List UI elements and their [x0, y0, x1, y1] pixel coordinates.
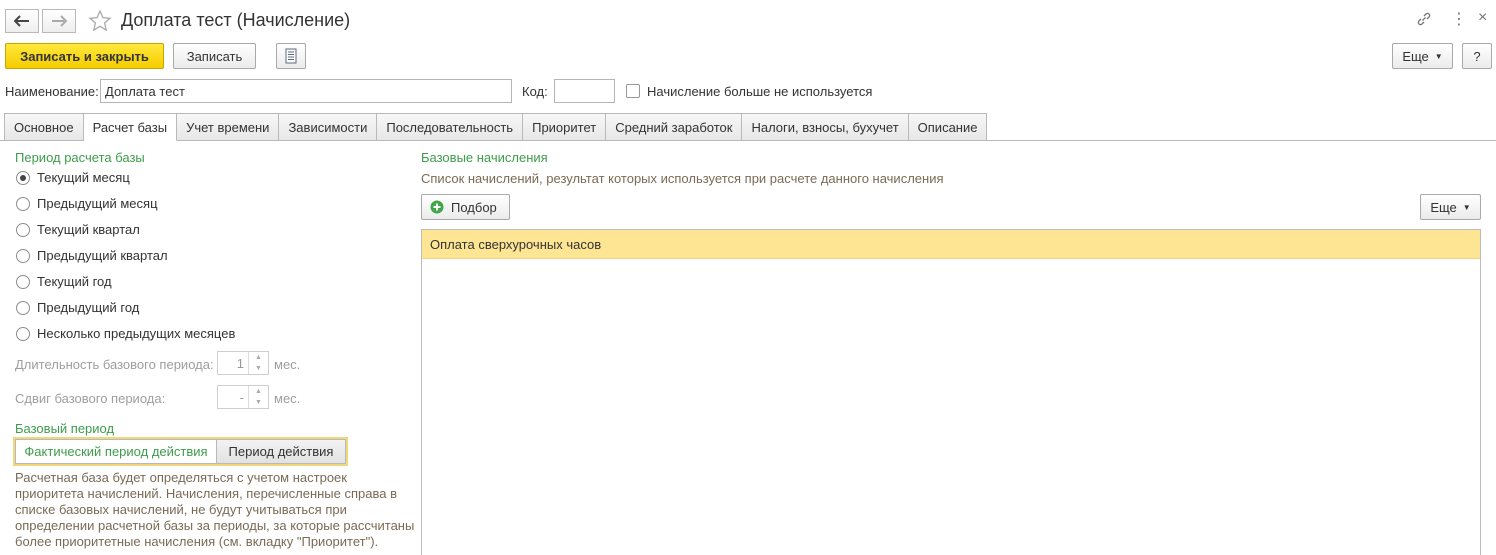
radio-previous-quarter[interactable] [16, 249, 30, 263]
document-list-icon [285, 48, 297, 64]
save-button[interactable]: Записать [173, 43, 256, 69]
option-actual-period[interactable]: Фактический период действия [15, 439, 217, 464]
not-used-label: Начисление больше не используется [647, 84, 873, 99]
shift-label: Сдвиг базового периода: [15, 391, 166, 406]
radio-current-quarter[interactable] [16, 223, 30, 237]
base-period-type-title: Базовый период [15, 421, 115, 436]
name-input[interactable]: Доплата тест [100, 79, 512, 103]
shift-value: - [239, 390, 244, 405]
not-used-checkbox[interactable] [626, 84, 640, 98]
radio-label-previous-quarter: Предыдущий квартал [37, 248, 168, 263]
radio-label-previous-month: Предыдущий месяц [37, 196, 158, 211]
duration-label: Длительность базового периода: [15, 357, 214, 372]
close-icon[interactable]: × [1478, 9, 1487, 27]
help-button[interactable]: ? [1462, 43, 1492, 69]
more-options-icon[interactable]: ⋮ [1451, 9, 1467, 29]
base-period-hint: Расчетная база будет определяться с учет… [15, 470, 415, 549]
pick-button-label: Подбор [451, 199, 497, 215]
report-button[interactable] [276, 43, 306, 69]
tab-time-accounting[interactable]: Учет времени [177, 113, 280, 141]
radio-current-month[interactable] [16, 171, 30, 185]
chevron-down-icon: ▼ [1434, 51, 1443, 61]
stepper-arrows-icon[interactable]: ▲ ▼ [248, 352, 268, 374]
name-label: Наименование: [5, 84, 99, 99]
chevron-down-icon: ▼ [1462, 202, 1471, 212]
more-button-label: Еще [1402, 48, 1429, 64]
table-cell-name: Оплата сверхурочных часов [430, 236, 602, 252]
arrow-right-icon [52, 15, 67, 27]
more-button[interactable]: Еще ▼ [1392, 43, 1453, 69]
base-accruals-table: Оплата сверхурочных часов [421, 229, 1481, 555]
option-period[interactable]: Период действия [217, 439, 346, 464]
duration-stepper[interactable]: 1 ▲ ▼ [217, 351, 269, 375]
code-label: Код: [522, 84, 548, 99]
pick-button[interactable]: Подбор [421, 194, 510, 220]
tab-taxes[interactable]: Налоги, взносы, бухучет [742, 113, 909, 141]
window-title: Доплата тест (Начисление) [121, 10, 351, 30]
tab-strip: Основное Расчет базы Учет времени Зависи… [4, 113, 988, 141]
forward-button[interactable] [42, 9, 76, 33]
base-period-switch: Фактический период действия Период дейст… [13, 437, 348, 466]
back-button[interactable] [5, 9, 39, 33]
radio-label-current-quarter: Текущий квартал [37, 222, 140, 237]
plus-circle-icon [430, 200, 444, 214]
link-icon[interactable] [1416, 11, 1432, 30]
table-row[interactable]: Оплата сверхурочных часов [422, 230, 1480, 259]
duration-unit: мес. [274, 357, 301, 372]
tab-sequence[interactable]: Последовательность [377, 113, 524, 141]
base-period-title: Период расчета базы [15, 150, 145, 165]
tab-base-calculation[interactable]: Расчет базы [83, 113, 178, 141]
arrow-left-icon [14, 15, 29, 27]
radio-several-months[interactable] [16, 327, 30, 341]
base-accruals-title: Базовые начисления [421, 150, 548, 165]
tab-dependencies[interactable]: Зависимости [279, 113, 378, 141]
radio-previous-month[interactable] [16, 197, 30, 211]
base-accruals-description: Список начислений, результат которых исп… [421, 171, 944, 186]
code-input[interactable] [554, 79, 615, 103]
shift-stepper[interactable]: - ▲ ▼ [217, 385, 269, 409]
stepper-arrows-icon[interactable]: ▲ ▼ [248, 386, 268, 408]
radio-current-year[interactable] [16, 275, 30, 289]
duration-value: 1 [236, 356, 244, 371]
tab-priority[interactable]: Приоритет [523, 113, 607, 141]
tab-description[interactable]: Описание [908, 113, 988, 141]
save-and-close-button[interactable]: Записать и закрыть [5, 43, 164, 69]
radio-label-current-month: Текущий месяц [37, 170, 130, 185]
radio-label-current-year: Текущий год [37, 274, 112, 289]
radio-label-several-months: Несколько предыдущих месяцев [37, 326, 236, 341]
accruals-more-button[interactable]: Еще ▼ [1420, 194, 1481, 220]
favorite-star-icon[interactable] [88, 9, 112, 36]
tab-average-earnings[interactable]: Средний заработок [606, 113, 743, 141]
tab-main[interactable]: Основное [4, 113, 84, 141]
radio-previous-year[interactable] [16, 301, 30, 315]
shift-unit: мес. [274, 391, 301, 406]
radio-label-previous-year: Предыдущий год [37, 300, 140, 315]
accruals-more-label: Еще [1430, 199, 1457, 215]
